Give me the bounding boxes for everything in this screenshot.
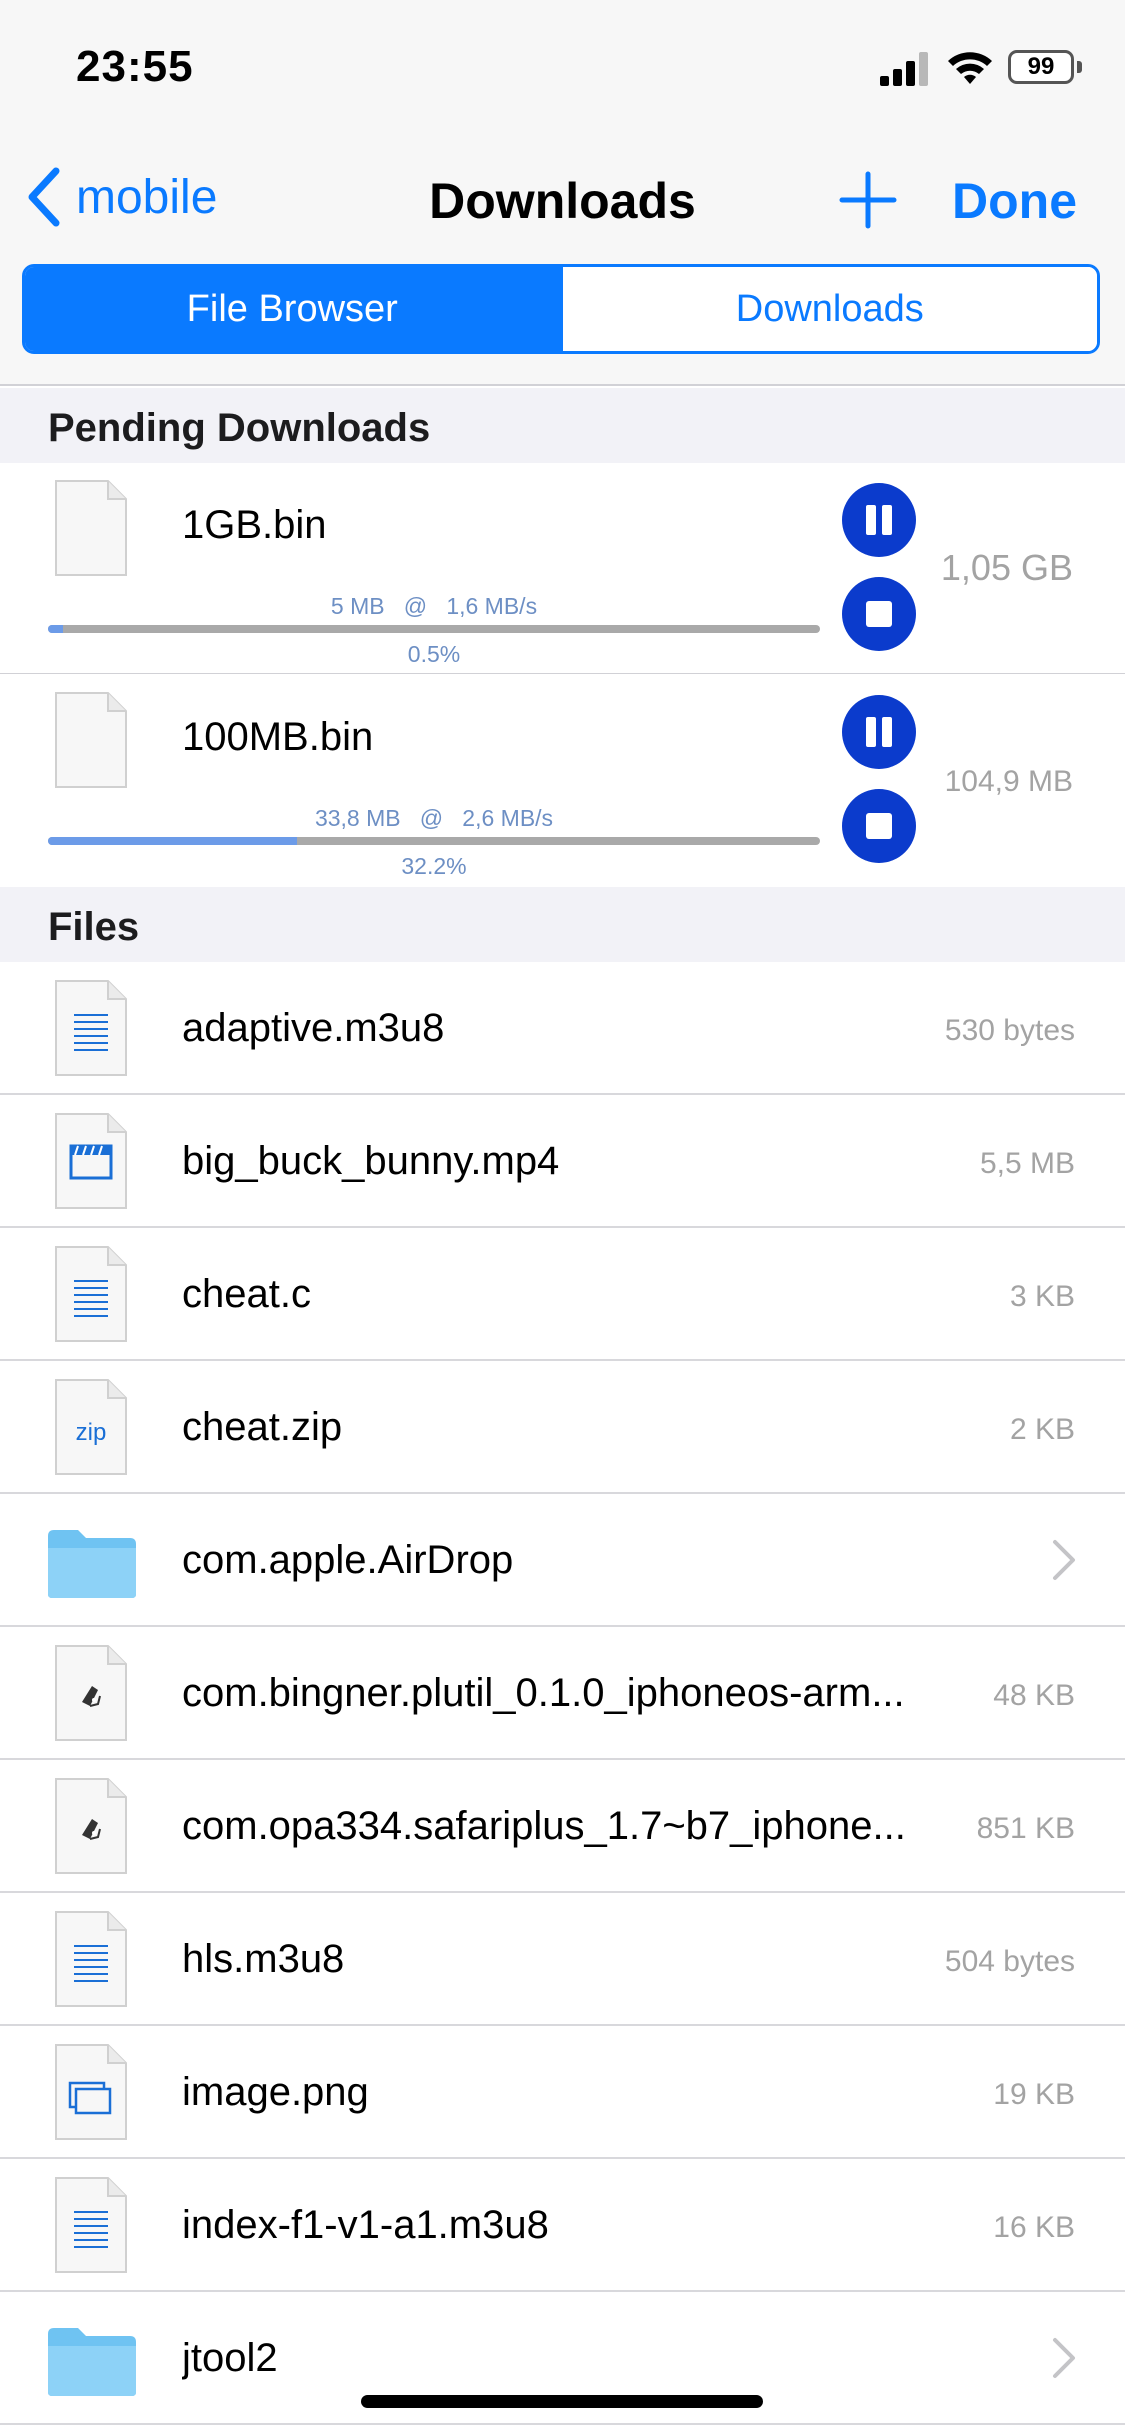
file-row[interactable]: com.bingner.plutil_0.1.0_iphoneos-arm...…: [0, 1627, 1125, 1760]
pending-file-size: 1,05 GB: [940, 547, 1073, 588]
file-row[interactable]: cheat.c 3 KB: [0, 1228, 1125, 1361]
chevron-right-icon: [1053, 1540, 1075, 1580]
file-name: cheat.zip: [182, 1405, 343, 1449]
section-title: Pending Downloads: [48, 406, 431, 450]
file-name: hls.m3u8: [182, 1937, 345, 1981]
download-speed-text: 5 MB @ 1,6 MB/s: [330, 593, 538, 619]
cellular-signal-icon: [880, 52, 928, 86]
file-size: 851 KB: [976, 1812, 1075, 1845]
files-header: Files: [0, 887, 1125, 962]
file-row[interactable]: zip cheat.zip 2 KB: [0, 1361, 1125, 1494]
file-name: index-f1-v1-a1.m3u8: [182, 2203, 549, 2247]
pending-file-name: 1GB.bin: [182, 503, 327, 547]
download-speed-text: 33,8 MB @ 2,6 MB/s: [314, 805, 554, 831]
pending-downloads-header: Pending Downloads: [0, 388, 1125, 463]
pending-file-size: 104,9 MB: [944, 765, 1073, 798]
package-document-icon: [55, 1645, 127, 1741]
stop-button[interactable]: [842, 789, 916, 863]
done-button[interactable]: Done: [952, 172, 1077, 230]
home-indicator: [361, 2395, 763, 2408]
segmented-control: File Browser Downloads: [22, 264, 1100, 354]
progress-percent: 32.2%: [401, 853, 467, 879]
blank-document-icon: [55, 480, 127, 576]
svg-text:zip: zip: [76, 1419, 107, 1446]
package-document-icon: [55, 1778, 127, 1874]
file-name: cheat.c: [182, 1272, 311, 1316]
file-size: 530 bytes: [944, 1014, 1075, 1047]
section-title: Files: [48, 905, 140, 949]
file-name: com.opa334.safariplus_1.7~b7_iphone...: [182, 1804, 906, 1848]
file-size: 48 KB: [993, 1679, 1075, 1712]
progress-fill: [48, 625, 64, 633]
folder-name: jtool2: [182, 2336, 278, 2380]
text-document-icon: [55, 1246, 127, 1342]
battery-level: 99: [1027, 53, 1055, 80]
file-size: 3 KB: [1009, 1280, 1075, 1313]
status-time: 23:55: [76, 42, 194, 91]
folder-icon: [48, 2328, 136, 2396]
pending-file-name: 100MB.bin: [182, 715, 374, 759]
progress-fill: [48, 837, 297, 845]
pending-download-row[interactable]: 100MB.bin 33,8 MB @ 2,6 MB/s 32.2% 104,9…: [0, 675, 1125, 887]
file-size: 16 KB: [993, 2211, 1075, 2244]
battery-icon: 99: [1008, 50, 1082, 86]
status-bar: 23:55 99: [0, 0, 1125, 140]
image-document-icon: [55, 2044, 127, 2140]
progress-percent: 0.5%: [407, 641, 461, 667]
text-document-icon: [55, 1911, 127, 2007]
pending-download-row[interactable]: 1GB.bin 5 MB @ 1,6 MB/s 0.5% 1,05 GB: [0, 463, 1125, 675]
text-document-icon: [55, 980, 127, 1076]
file-name: big_buck_bunny.mp4: [182, 1139, 560, 1183]
stop-button[interactable]: [842, 577, 916, 651]
progress-bar: [48, 837, 820, 845]
file-name: adaptive.m3u8: [182, 1006, 445, 1050]
video-document-icon: [55, 1113, 127, 1209]
file-size: 2 KB: [1009, 1413, 1075, 1446]
chevron-right-icon: [1053, 2338, 1075, 2378]
plus-icon[interactable]: [838, 170, 898, 230]
file-name: image.png: [182, 2070, 369, 2114]
text-document-icon: [55, 2177, 127, 2273]
file-row[interactable]: index-f1-v1-a1.m3u8 16 KB: [0, 2159, 1125, 2292]
segment-downloads[interactable]: Downloads: [559, 267, 1097, 351]
divider: [0, 673, 1125, 674]
folder-icon: [48, 1530, 136, 1598]
pause-button[interactable]: [842, 695, 916, 769]
wifi-icon: [948, 52, 992, 84]
blank-document-icon: [55, 692, 127, 788]
file-row[interactable]: image.png 19 KB: [0, 2026, 1125, 2159]
file-name: com.bingner.plutil_0.1.0_iphoneos-arm...: [182, 1671, 905, 1715]
file-row[interactable]: com.opa334.safariplus_1.7~b7_iphone... 8…: [0, 1760, 1125, 1893]
folder-row[interactable]: com.apple.AirDrop: [0, 1494, 1125, 1627]
segment-file-browser[interactable]: File Browser: [25, 267, 560, 351]
file-row[interactable]: hls.m3u8 504 bytes: [0, 1893, 1125, 2026]
file-row[interactable]: big_buck_bunny.mp4 5,5 MB: [0, 1095, 1125, 1228]
file-size: 504 bytes: [944, 1945, 1075, 1978]
progress-bar: [48, 625, 820, 633]
file-row[interactable]: adaptive.m3u8 530 bytes: [0, 962, 1125, 1095]
segmented-control-area: File Browser Downloads: [0, 262, 1125, 386]
navigation-bar: mobile Downloads Done: [0, 140, 1125, 262]
file-size: 5,5 MB: [979, 1147, 1075, 1180]
folder-name: com.apple.AirDrop: [182, 1538, 514, 1582]
zip-document-icon: zip: [55, 1379, 127, 1475]
pause-button[interactable]: [842, 483, 916, 557]
file-size: 19 KB: [993, 2078, 1075, 2111]
